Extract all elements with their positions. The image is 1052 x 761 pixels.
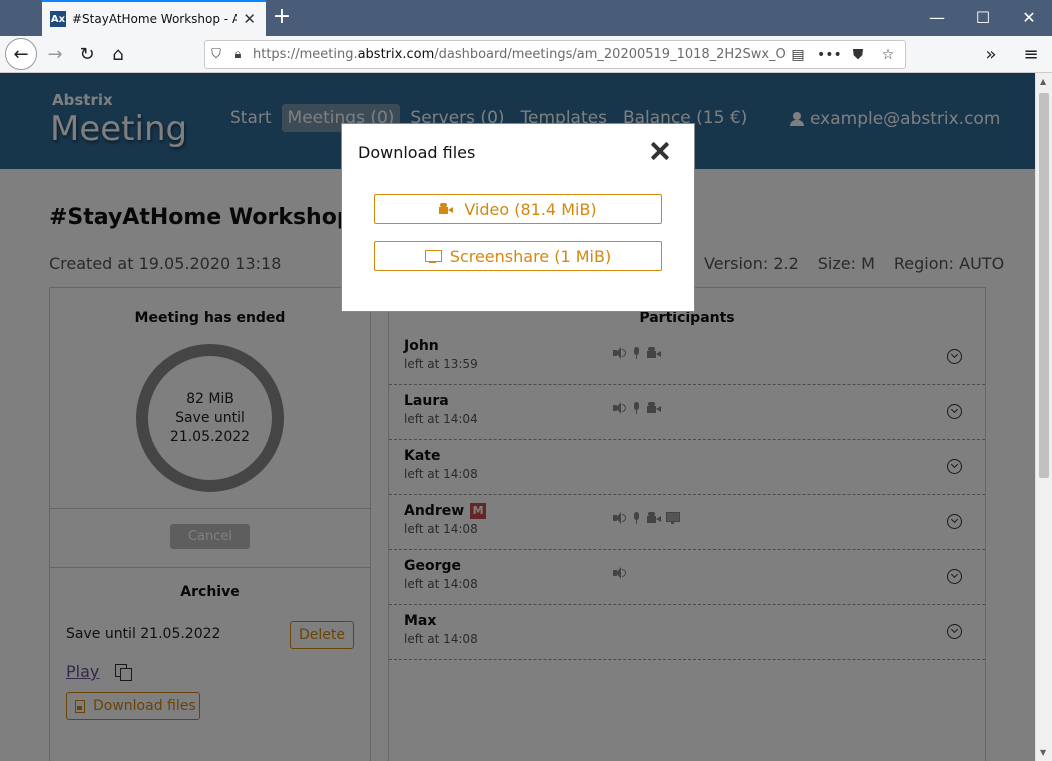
lock-icon[interactable]: 🔒︎ xyxy=(227,47,249,62)
shield-icon[interactable]: ⛉ xyxy=(205,47,227,62)
browser-tabbar: Ax #StayAtHome Workshop - Abstrix Meetin… xyxy=(0,0,1052,36)
url-text[interactable]: https://meeting.abstrix.com/dashboard/me… xyxy=(253,47,787,62)
tab-title: #StayAtHome Workshop - Abstrix Meeting xyxy=(72,12,238,26)
tab-favicon: Ax xyxy=(50,11,66,27)
minimize-icon[interactable]: — xyxy=(914,0,960,34)
new-tab-icon[interactable]: + xyxy=(270,4,294,30)
monitor-icon xyxy=(424,249,442,263)
reader-icon[interactable]: ▤ xyxy=(787,47,809,63)
menu-icon[interactable]: ≡ xyxy=(1016,39,1046,69)
download-files-dialog: Download files Video (81.4 MiB) Screensh… xyxy=(341,123,695,312)
dialog-title: Download files xyxy=(358,143,476,162)
browser-navbar: ← → ↻ ⌂ ⛉ 🔒︎ https://meeting.abstrix.com… xyxy=(0,36,1052,73)
pocket-icon[interactable]: ⛊ xyxy=(847,47,869,63)
maximize-icon[interactable]: ☐ xyxy=(960,0,1006,34)
page-scrollbar[interactable]: ▲ ▼ xyxy=(1035,73,1052,761)
download-screenshare-button[interactable]: Screenshare (1 MiB) xyxy=(374,241,662,271)
browser-tab[interactable]: Ax #StayAtHome Workshop - Abstrix Meetin… xyxy=(42,0,266,36)
url-bar[interactable]: ⛉ 🔒︎ https://meeting.abstrix.com/dashboa… xyxy=(204,40,906,69)
camera-icon xyxy=(439,203,454,215)
page: Abstrix Meeting Start Meetings (0) Serve… xyxy=(0,73,1035,761)
bookmark-star-icon[interactable]: ☆ xyxy=(877,47,899,63)
scroll-up-icon[interactable]: ▲ xyxy=(1040,77,1046,86)
back-icon[interactable]: ← xyxy=(5,38,37,70)
close-icon[interactable] xyxy=(648,139,672,163)
download-video-label: Video (81.4 MiB) xyxy=(464,199,597,219)
scroll-down-icon[interactable]: ▼ xyxy=(1040,748,1046,757)
window-close-icon[interactable]: ✕ xyxy=(1006,0,1052,34)
reload-icon[interactable]: ↻ xyxy=(72,39,102,69)
more-icon[interactable]: ••• xyxy=(817,47,842,63)
forward-icon[interactable]: → xyxy=(40,39,70,69)
overflow-icon[interactable]: » xyxy=(976,39,1006,69)
home-icon[interactable]: ⌂ xyxy=(103,39,133,69)
download-video-button[interactable]: Video (81.4 MiB) xyxy=(374,194,662,224)
tab-close-icon[interactable]: ✕ xyxy=(243,10,256,28)
download-screenshare-label: Screenshare (1 MiB) xyxy=(449,246,612,266)
scrollbar-thumb[interactable] xyxy=(1039,93,1049,478)
